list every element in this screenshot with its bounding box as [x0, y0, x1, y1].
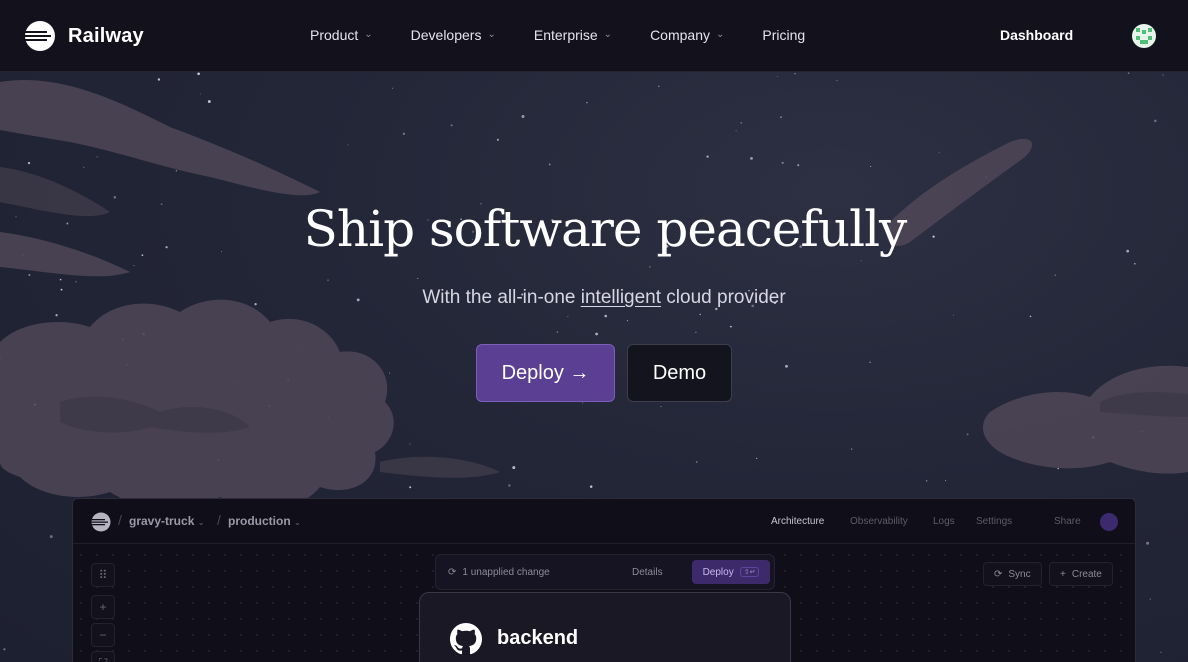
nav-item-enterprise[interactable]: Enterprise ⌄	[534, 27, 612, 43]
brand-name: Railway	[68, 24, 144, 47]
deploy-button[interactable]: Deploy →	[476, 344, 615, 402]
canvas-toolbar: ⠿ + − ⛶	[91, 563, 115, 662]
preview-topbar: / gravy-truck ⌄ / production ⌄ Architect…	[73, 499, 1135, 544]
zoom-in-icon[interactable]: +	[91, 595, 115, 619]
nav-item-label: Developers	[410, 27, 482, 43]
preview-deploy-button[interactable]: Deploy ⇧↵	[692, 560, 770, 584]
sync-label: Sync	[1008, 568, 1031, 580]
breadcrumb-separator: /	[217, 512, 221, 528]
nav-item-company[interactable]: Company ⌄	[650, 27, 724, 43]
avatar-identicon-icon	[1132, 24, 1156, 48]
nav-item-label: Pricing	[762, 27, 806, 43]
tab-settings[interactable]: Settings	[976, 516, 1012, 527]
railway-logo-icon	[91, 512, 111, 532]
brand-logo[interactable]: Railway	[24, 20, 144, 52]
sync-button[interactable]: ⟳ Sync	[983, 562, 1042, 586]
shortcut-badge: ⇧↵	[739, 567, 760, 577]
unapplied-change-indicator: ⟳ 1 unapplied change	[448, 567, 550, 578]
github-icon	[450, 623, 482, 655]
refresh-icon: ⟳	[448, 567, 457, 578]
main-menu: Product ⌄ Developers ⌄ Enterprise ⌄ Comp…	[310, 27, 843, 43]
project-selector[interactable]: gravy-truck ⌄	[129, 514, 204, 528]
subtitle-text: cloud provider	[661, 287, 786, 308]
environment-name: production	[228, 514, 291, 528]
nav-item-label: Enterprise	[533, 27, 598, 43]
top-navbar: Railway Product ⌄ Developers ⌄ Enterpris…	[0, 0, 1188, 72]
chevron-down-icon: ⌄	[603, 28, 613, 40]
nav-item-label: Company	[650, 27, 710, 43]
subtitle-text: With the all-in-one	[422, 287, 581, 308]
chevron-down-icon: ⌄	[715, 28, 725, 40]
chevron-down-icon: ⌄	[487, 28, 496, 40]
intelligent-link[interactable]: intelligent	[581, 287, 661, 308]
chevron-down-icon: ⌄	[197, 518, 205, 527]
create-label: Create	[1071, 568, 1102, 580]
chevron-down-icon: ⌄	[294, 518, 301, 527]
nav-item-label: Product	[310, 27, 359, 43]
dashboard-link[interactable]: Dashboard	[1000, 27, 1073, 43]
app-preview-window: / gravy-truck ⌄ / production ⌄ Architect…	[72, 498, 1136, 662]
environment-selector[interactable]: production ⌄	[228, 514, 301, 528]
share-button[interactable]: Share	[1054, 516, 1081, 527]
avatar[interactable]	[1132, 24, 1156, 48]
service-name: backend	[497, 627, 579, 649]
demo-button[interactable]: Demo	[627, 344, 732, 402]
hero-subtitle: With the all-in-one intelligent cloud pr…	[0, 287, 1188, 309]
deploy-label: Deploy	[702, 566, 734, 578]
details-button[interactable]: Details	[632, 567, 663, 578]
tab-logs[interactable]: Logs	[933, 516, 955, 527]
tab-observability[interactable]: Observability	[850, 516, 908, 527]
change-count-text: 1 unapplied change	[462, 567, 550, 578]
hero-title: Ship software peacefully	[303, 200, 908, 258]
fit-view-icon[interactable]: ⛶	[91, 651, 115, 662]
breadcrumb-separator: /	[118, 512, 122, 528]
nav-item-pricing[interactable]: Pricing	[762, 27, 805, 43]
plus-icon: +	[1060, 568, 1066, 580]
project-name: gravy-truck	[129, 514, 195, 528]
grid-icon[interactable]: ⠿	[91, 563, 115, 587]
service-card[interactable]: backend	[419, 592, 791, 662]
create-button[interactable]: + Create	[1049, 562, 1113, 586]
nav-item-developers[interactable]: Developers ⌄	[411, 27, 496, 43]
sync-icon: ⟳	[994, 568, 1003, 580]
zoom-out-icon[interactable]: −	[91, 623, 115, 647]
staged-changes-bar: ⟳ 1 unapplied change Details Deploy ⇧↵	[435, 554, 775, 590]
tab-architecture[interactable]: Architecture	[771, 516, 824, 527]
nav-item-product[interactable]: Product ⌄	[310, 27, 373, 43]
user-avatar-dot[interactable]	[1100, 513, 1118, 531]
chevron-down-icon: ⌄	[364, 28, 373, 40]
railway-logo-icon	[25, 21, 55, 51]
